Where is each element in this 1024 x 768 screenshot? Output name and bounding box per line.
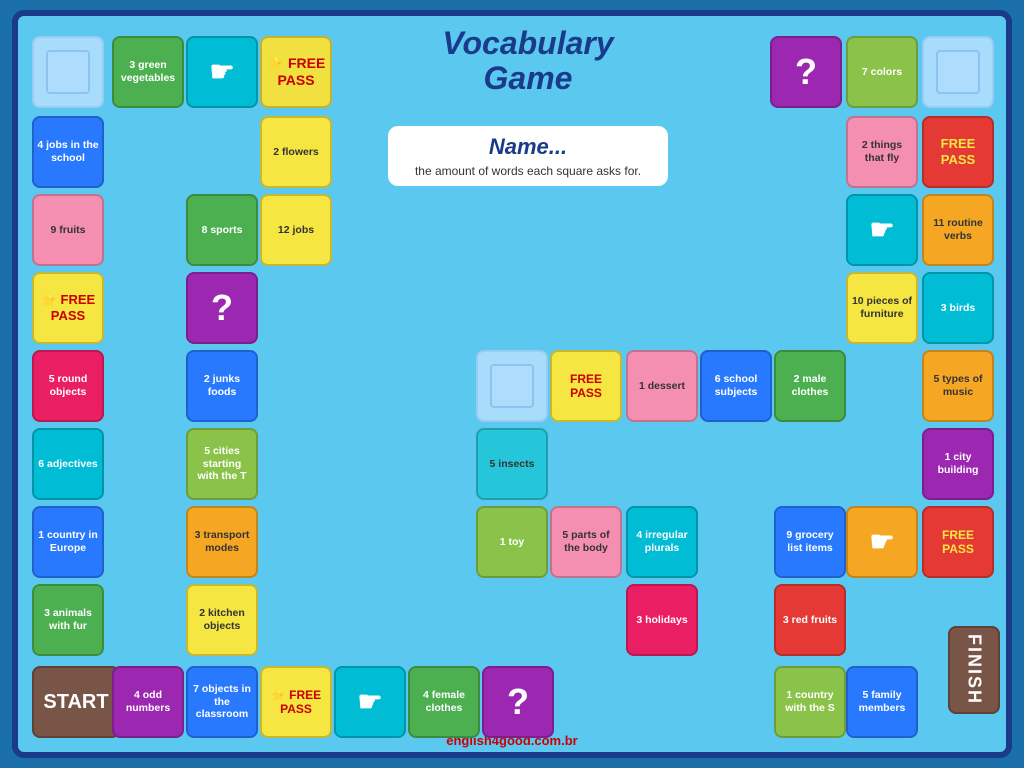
free-pass-top: ⭐ FREE PASS bbox=[260, 36, 332, 108]
hand-bot: ☛ bbox=[334, 666, 406, 738]
start-cell: START bbox=[32, 666, 120, 738]
question-mid-left: ? bbox=[186, 272, 258, 344]
fruits: 9 fruits bbox=[32, 194, 104, 266]
hand-top-left: ☛ bbox=[186, 36, 258, 108]
hand-right2: ☛ bbox=[846, 506, 918, 578]
jobs12: 12 jobs bbox=[260, 194, 332, 266]
free-pass-mid: FREE PASS bbox=[550, 350, 622, 422]
round-objects: 5 round objects bbox=[32, 350, 104, 422]
odd-numbers: 4 odd numbers bbox=[112, 666, 184, 738]
holidays: 3 holidays bbox=[626, 584, 698, 656]
ice-cube-top-right bbox=[922, 36, 994, 108]
game-board: VocabularyGame Name... the amount of wor… bbox=[12, 10, 1012, 758]
free-pass-right2: FREE PASS bbox=[922, 506, 994, 578]
birds: 3 birds bbox=[922, 272, 994, 344]
female-clothes: 4 female clothes bbox=[408, 666, 480, 738]
green-vegetables: 3 green vegetables bbox=[112, 36, 184, 108]
city-building: 1 city building bbox=[922, 428, 994, 500]
pieces-furniture: 10 pieces of furniture bbox=[846, 272, 918, 344]
name-sub: the amount of words each square asks for… bbox=[398, 164, 658, 178]
colors: 7 colors bbox=[846, 36, 918, 108]
question-top-right: ? bbox=[770, 36, 842, 108]
male-clothes: 2 male clothes bbox=[774, 350, 846, 422]
game-title: VocabularyGame bbox=[398, 26, 658, 96]
parts-body: 5 parts of the body bbox=[550, 506, 622, 578]
sports: 8 sports bbox=[186, 194, 258, 266]
kitchen-objects: 2 kitchen objects bbox=[186, 584, 258, 656]
school-subjects: 6 school subjects bbox=[700, 350, 772, 422]
question-bot: ? bbox=[482, 666, 554, 738]
toy: 1 toy bbox=[476, 506, 548, 578]
junks-foods: 2 junks foods bbox=[186, 350, 258, 422]
ice-cube-mid bbox=[476, 350, 548, 422]
animals-fur: 3 animals with fur bbox=[32, 584, 104, 656]
country-europe: 1 country in Europe bbox=[32, 506, 104, 578]
name-label: Name... bbox=[398, 134, 658, 160]
things-fly: 2 things that fly bbox=[846, 116, 918, 188]
country-s: 1 country with the S bbox=[774, 666, 846, 738]
adjectives: 6 adjectives bbox=[32, 428, 104, 500]
hand-right: ☛ bbox=[846, 194, 918, 266]
finish-cell: FINISH bbox=[948, 626, 1000, 714]
transport: 3 transport modes bbox=[186, 506, 258, 578]
grocery: 9 grocery list items bbox=[774, 506, 846, 578]
routine-verbs: 11 routine verbs bbox=[922, 194, 994, 266]
irregular-plurals: 4 irregular plurals bbox=[626, 506, 698, 578]
classroom-objects: 7 objects in the classroom bbox=[186, 666, 258, 738]
name-box: Name... the amount of words each square … bbox=[388, 126, 668, 186]
free-pass-left: ⭐ FREE PASS bbox=[32, 272, 104, 344]
ice-cube-top-left bbox=[32, 36, 104, 108]
insects: 5 insects bbox=[476, 428, 548, 500]
cities-t: 5 cities starting with the T bbox=[186, 428, 258, 500]
flowers: 2 flowers bbox=[260, 116, 332, 188]
free-pass-right1: FREE PASS bbox=[922, 116, 994, 188]
dessert: 1 dessert bbox=[626, 350, 698, 422]
types-music: 5 types of music bbox=[922, 350, 994, 422]
free-pass-bot: ⭐ FREE PASS bbox=[260, 666, 332, 738]
family-members: 5 family members bbox=[846, 666, 918, 738]
red-fruits: 3 red fruits bbox=[774, 584, 846, 656]
jobs-school: 4 jobs in the school bbox=[32, 116, 104, 188]
